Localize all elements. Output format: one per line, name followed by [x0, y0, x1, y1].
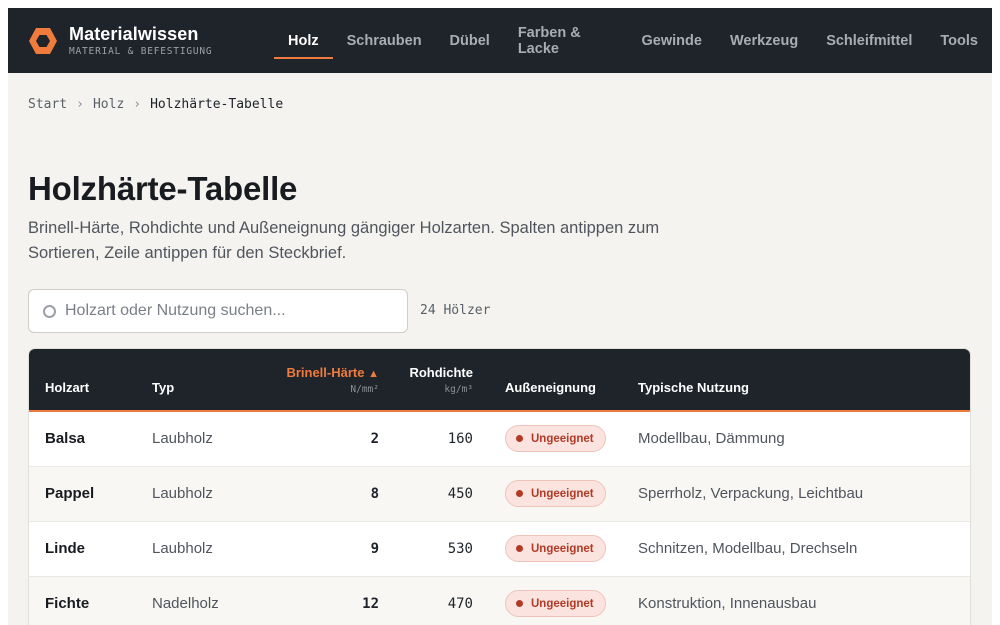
cell-usage: Schnitzen, Modellbau, Drechseln — [638, 540, 858, 557]
result-count: 24 Hölzer — [420, 303, 491, 318]
status-badge-label: Ungeeignet — [531, 597, 594, 610]
page-description: Brinell-Härte, Rohdichte und Außeneignun… — [28, 219, 660, 262]
cell-hardness: 12 — [362, 595, 379, 612]
cell-hardness: 8 — [370, 485, 379, 502]
table-row[interactable]: Pappel Laubholz 8 450 Ungeeignet Sperrho… — [29, 466, 970, 521]
column-label: Typische Nutzung — [638, 380, 749, 395]
app-frame: Materialwissen MATERIAL & BEFESTIGUNG Ho… — [8, 8, 992, 625]
status-badge: Ungeeignet — [505, 480, 606, 507]
nav-item-farben-lacke[interactable]: Farben & Lacke — [504, 8, 628, 73]
brand-title: Materialwissen — [69, 24, 199, 44]
column-unit: kg/m³ — [444, 384, 473, 395]
brand-logo[interactable]: Materialwissen MATERIAL & BEFESTIGUNG — [28, 24, 212, 57]
cell-density: 530 — [447, 540, 473, 557]
breadcrumb-separator: › — [133, 97, 142, 112]
main-nav: Holz Schrauben Dübel Farben & Lacke Gewi… — [274, 8, 992, 73]
cell-type: Laubholz — [152, 540, 213, 557]
nav-item-holz[interactable]: Holz — [274, 8, 333, 73]
column-header-rohdichte[interactable]: Rohdichte kg/m³ — [379, 349, 473, 411]
table-row[interactable]: Linde Laubholz 9 530 Ungeeignet Schnitze… — [29, 521, 970, 576]
column-label: Rohdichte — [409, 365, 473, 380]
status-badge: Ungeeignet — [505, 590, 606, 617]
column-header-nutzung[interactable]: Typische Nutzung — [638, 349, 970, 411]
column-header-aussen[interactable]: Außeneignung — [473, 349, 638, 411]
column-header-brinell[interactable]: Brinell-Härte ▲ N/mm² — [265, 349, 379, 411]
column-label: Brinell-Härte — [286, 365, 365, 380]
top-navigation-bar: Materialwissen MATERIAL & BEFESTIGUNG Ho… — [8, 8, 992, 73]
nav-item-tools[interactable]: Tools — [926, 8, 992, 73]
breadcrumb-holz[interactable]: Holz — [93, 97, 124, 112]
cell-type: Laubholz — [152, 485, 213, 502]
breadcrumb-current: Holzhärte-Tabelle — [150, 97, 284, 112]
table-header-row: Holzart Typ Brinell-Härte ▲ N/mm² Rohdic… — [29, 349, 970, 411]
cell-usage: Modellbau, Dämmung — [638, 430, 785, 448]
cell-name: Pappel — [45, 485, 95, 502]
status-badge: Ungeeignet — [505, 535, 606, 562]
nav-item-werkzeug[interactable]: Werkzeug — [716, 8, 812, 73]
column-label: Typ — [152, 380, 175, 395]
column-unit: N/mm² — [350, 384, 379, 395]
cell-suitability: Ungeeignet — [473, 521, 638, 576]
nav-item-schrauben[interactable]: Schrauben — [333, 8, 436, 73]
status-badge-label: Ungeeignet — [531, 487, 594, 500]
nav-item-schleifmittel[interactable]: Schleifmittel — [812, 8, 926, 73]
table-row[interactable]: Balsa Laubholz 2 160 Ungeeignet Modellba… — [29, 411, 970, 466]
cell-density: 160 — [447, 430, 473, 447]
table-row[interactable]: Fichte Nadelholz 12 470 Ungeeignet Konst… — [29, 576, 970, 625]
search-box[interactable] — [28, 289, 408, 333]
cell-suitability: Ungeeignet — [473, 411, 638, 466]
hex-nut-icon — [28, 26, 58, 56]
nav-item-duebel[interactable]: Dübel — [436, 8, 504, 73]
nav-item-gewinde[interactable]: Gewinde — [628, 8, 716, 73]
page-title: Holzhärte-Tabelle — [28, 170, 298, 207]
column-header-typ[interactable]: Typ — [152, 349, 265, 411]
column-header-holzart[interactable]: Holzart — [29, 349, 152, 411]
cell-suitability: Ungeeignet — [473, 576, 638, 625]
cell-hardness: 9 — [370, 540, 379, 557]
sort-ascending-icon: ▲ — [368, 368, 379, 380]
cell-name: Fichte — [45, 595, 90, 612]
status-dot-icon — [516, 600, 523, 607]
breadcrumb-start[interactable]: Start — [28, 97, 67, 112]
cell-name: Balsa — [45, 430, 86, 448]
status-badge-label: Ungeeignet — [531, 542, 594, 555]
cell-name: Linde — [45, 540, 85, 557]
cell-density: 470 — [447, 595, 473, 612]
cell-density: 450 — [447, 485, 473, 502]
status-dot-icon — [516, 490, 523, 497]
cell-suitability: Ungeeignet — [473, 466, 638, 521]
cell-hardness: 2 — [370, 430, 379, 447]
cell-usage: Sperrholz, Verpackung, Leichtbau — [638, 485, 864, 502]
cell-type: Laubholz — [152, 430, 213, 448]
status-badge-label: Ungeeignet — [531, 432, 594, 445]
breadcrumb-separator: › — [76, 97, 84, 112]
wood-hardness-table: Holzart Typ Brinell-Härte ▲ N/mm² Rohdic… — [28, 348, 971, 625]
status-badge: Ungeeignet — [505, 425, 606, 453]
search-input[interactable] — [65, 302, 385, 320]
column-label: Holzart — [45, 380, 90, 395]
status-dot-icon — [516, 435, 523, 443]
breadcrumb: Start › Holz › Holzhärte-Tabelle — [28, 97, 283, 112]
cell-type: Nadelholz — [152, 595, 219, 612]
status-dot-icon — [516, 545, 523, 552]
column-label: Außeneignung — [505, 380, 596, 395]
cell-usage: Konstruktion, Innenausbau — [638, 595, 817, 612]
brand-subtitle: MATERIAL & BEFESTIGUNG — [69, 46, 213, 57]
search-icon — [43, 304, 56, 318]
